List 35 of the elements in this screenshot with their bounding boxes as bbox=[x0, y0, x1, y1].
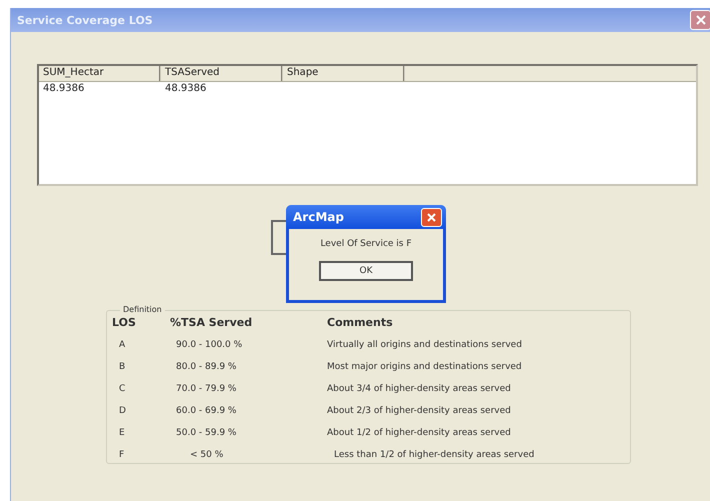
comment-text: About 3/4 of higher-density areas served bbox=[327, 383, 512, 396]
served-range: 50.0 - 59.9 % bbox=[175, 427, 238, 440]
column-header: Comments bbox=[327, 316, 394, 331]
column-header[interactable]: Shape bbox=[283, 66, 405, 81]
comment-text: About 1/2 of higher-density areas served bbox=[327, 427, 512, 440]
column-header: %TSA Served bbox=[170, 316, 254, 331]
dialog-title: ArcMap bbox=[293, 210, 344, 224]
ok-button[interactable]: OK bbox=[319, 261, 413, 281]
close-icon bbox=[696, 15, 706, 25]
table-cell-text: 48.9386 bbox=[164, 82, 208, 96]
served-range: 90.0 - 100.0 % bbox=[175, 339, 244, 352]
los-grade: D bbox=[118, 405, 127, 418]
served-range: 70.0 - 79.9 % bbox=[175, 383, 238, 396]
close-button[interactable] bbox=[690, 10, 710, 30]
comment-text: Virtually all origins and destinations served bbox=[327, 339, 523, 352]
comment-text: About 2/3 of higher-density areas served bbox=[327, 405, 512, 418]
served-range: 80.0 - 89.9 % bbox=[175, 361, 238, 374]
close-icon bbox=[427, 212, 436, 222]
served-range: 60.0 - 69.9 % bbox=[175, 405, 238, 418]
comment-text: Most major origins and destinations served bbox=[327, 361, 523, 374]
los-grade: E bbox=[118, 427, 126, 440]
window-title: Service Coverage LOS bbox=[17, 14, 153, 26]
los-grade: B bbox=[118, 361, 126, 374]
close-button[interactable] bbox=[421, 208, 442, 226]
los-grade: F bbox=[118, 449, 126, 462]
los-grade: C bbox=[118, 383, 126, 396]
dialog-message: Level Of Service is F bbox=[320, 239, 412, 249]
column-header: LOS bbox=[112, 316, 137, 331]
comment-text: Less than 1/2 of higher-density areas served bbox=[333, 449, 536, 462]
los-grade: A bbox=[118, 339, 126, 352]
column-header[interactable]: TSAServed bbox=[161, 66, 283, 81]
served-range: < 50 % bbox=[189, 449, 224, 462]
group-label: Definition bbox=[120, 304, 165, 315]
table-cell-text: 48.9386 bbox=[42, 82, 86, 96]
column-header[interactable]: SUM_Hectar bbox=[39, 66, 161, 81]
